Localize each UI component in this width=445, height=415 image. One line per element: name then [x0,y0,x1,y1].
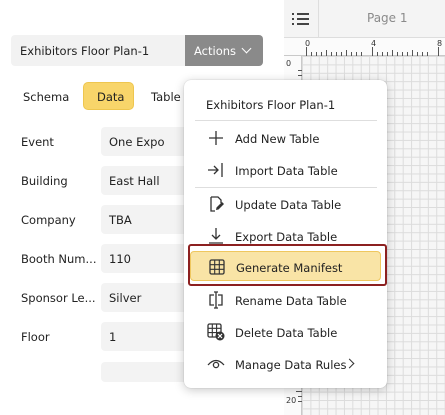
menu-item-import-data-table[interactable]: Import Data Table [190,155,381,185]
field-label-sponsor-level: Sponsor Le... [21,291,96,305]
focus-highlight-frame [188,244,387,286]
menu-item-manage-data-rules[interactable]: Manage Data Rules [190,349,381,379]
ruler-tick-label: 8 [437,39,443,48]
ruler-tick-label: 4 [371,39,377,48]
tab-label: Data [97,90,125,104]
field-value-text: Silver [109,291,142,305]
download-icon [209,228,223,244]
ruler-tick-label: 20 [286,396,297,405]
field-value-text: 110 [109,252,131,266]
field-value-text: One Expo [109,135,165,149]
menu-item-label: Rename Data Table [235,294,347,308]
menu-item-label: Add New Table [235,132,320,146]
actions-menu: Exhibitors Floor Plan-1 Add New Table Im… [184,80,387,388]
edit-document-icon [210,196,224,212]
field-value-text: 1 [109,330,117,344]
floor-plan-name-field[interactable]: Exhibitors Floor Plan-1 [11,35,185,66]
canvas-toolbar: Page 1 [284,0,445,38]
menu-item-label: Export Data Table [235,230,338,244]
ruler-tick-label: 0 [286,59,292,68]
field-label-booth-number: Booth Num... [21,252,97,266]
menu-divider [195,187,377,188]
menu-item-delete-data-table[interactable]: Delete Data Table [190,317,381,347]
field-label-event: Event [21,135,54,149]
menu-item-label: Import Data Table [235,164,338,178]
list-view-icon[interactable] [292,10,310,28]
horizontal-ruler: 0 4 8 [284,38,445,56]
import-icon [208,163,223,177]
actions-label: Actions [194,44,237,58]
field-value-text: East Hall [109,174,160,188]
menu-item-add-new-table[interactable]: Add New Table [190,123,381,153]
menu-item-rename-data-table[interactable]: Rename Data Table [190,285,381,315]
menu-item-label: Manage Data Rules [235,358,347,372]
table-delete-icon [207,323,225,341]
menu-item-label: Delete Data Table [235,326,338,340]
page-label: Page 1 [367,11,408,25]
tab-data[interactable]: Data [83,82,134,110]
menu-item-update-data-table[interactable]: Update Data Table [190,189,381,219]
eye-icon [207,359,225,369]
field-value-text: TBA [109,213,132,227]
field-label-company: Company [21,213,76,227]
plus-icon [209,131,223,145]
menu-divider [195,120,377,121]
menu-title: Exhibitors Floor Plan-1 [206,98,336,112]
rename-icon [209,291,223,309]
tab-label: Table [151,90,181,104]
tab-schema[interactable]: Schema [23,82,73,110]
toolbar-divider [318,0,319,38]
field-label-floor: Floor [21,330,50,344]
floor-plan-name: Exhibitors Floor Plan-1 [20,44,150,58]
field-label-building: Building [21,174,68,188]
menu-item-label: Update Data Table [235,198,342,212]
chevron-down-icon [241,43,252,54]
ruler-tick-label: 0 [305,39,311,48]
actions-button[interactable]: Actions [185,35,263,66]
tab-label: Schema [23,90,70,104]
